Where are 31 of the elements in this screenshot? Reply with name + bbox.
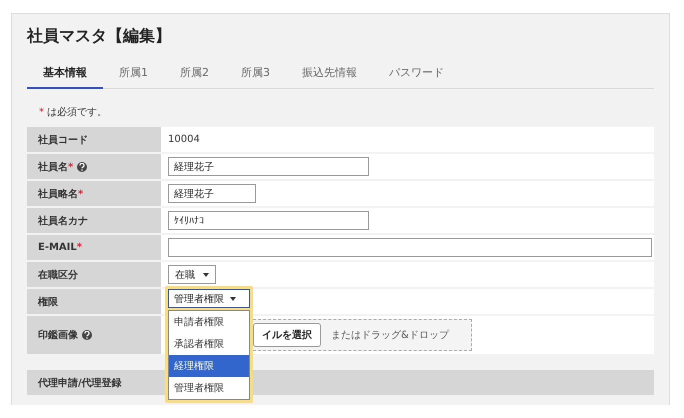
help-icon[interactable]: [82, 330, 92, 340]
drop-hint: またはドラッグ&ドロップ: [331, 328, 449, 342]
label-text: 社員名カナ: [38, 214, 88, 228]
page-title: 社員マスタ【編集】: [27, 26, 172, 47]
tab[interactable]: 基本情報: [27, 59, 103, 89]
select-field[interactable]: 在職: [168, 265, 216, 284]
label-text: 在職区分: [38, 268, 78, 282]
tab[interactable]: パスワード: [373, 59, 460, 89]
field-value: 10004: [168, 134, 200, 145]
label-text: 権限: [38, 296, 58, 308]
text-field[interactable]: [168, 238, 652, 257]
dropdown-option[interactable]: 経理権限: [169, 355, 249, 377]
label-text: 社員名*: [38, 160, 74, 174]
label-text: 社員コード: [38, 134, 88, 146]
tab[interactable]: 所属1: [103, 59, 164, 89]
caret-icon: [230, 296, 236, 300]
label-text: 社員略名*: [38, 188, 84, 200]
tab[interactable]: 振込先情報: [286, 59, 373, 89]
select-field[interactable]: 管理者権限: [168, 289, 250, 308]
section-title: 代理申請/代理登録: [38, 376, 122, 390]
required-note: * は必須です。: [38, 106, 108, 120]
tab[interactable]: 所属2: [164, 59, 225, 89]
help-icon[interactable]: [77, 162, 88, 172]
caret-icon: [203, 272, 209, 276]
file-button[interactable]: イルを選択: [253, 323, 321, 347]
label-text: E-MAIL*: [38, 242, 82, 253]
tab[interactable]: 所属3: [225, 59, 286, 89]
label-text: 印鑑画像: [38, 328, 78, 342]
text-field[interactable]: 経理花子: [168, 157, 369, 176]
text-field[interactable]: 経理花子: [168, 184, 256, 203]
text-field[interactable]: ｹｲﾘﾊﾅｺ: [168, 211, 369, 230]
